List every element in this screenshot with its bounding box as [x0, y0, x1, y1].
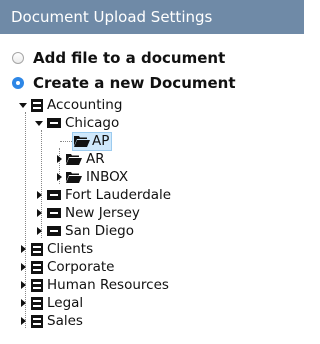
tree-node-san-diego[interactable]: San Diego — [34, 222, 134, 240]
tree-node-label[interactable]: AR — [86, 151, 105, 167]
cabinet-icon — [31, 314, 43, 328]
selected-node-highlight[interactable]: AP — [72, 131, 113, 151]
expand-arrow-icon[interactable] — [54, 173, 64, 181]
expand-arrow-icon[interactable] — [18, 263, 28, 271]
panel-title: Document Upload Settings — [0, 0, 304, 34]
tree-node-new-jersey[interactable]: New Jersey — [34, 204, 140, 222]
add-file-option[interactable]: Add file to a document — [12, 47, 225, 69]
tree-node-ar[interactable]: AR — [54, 150, 105, 168]
tree-node-label[interactable]: Fort Lauderdale — [65, 187, 171, 203]
tree-node-label[interactable]: Legal — [47, 295, 83, 311]
tree-node-label[interactable]: Clients — [47, 241, 93, 257]
tree-node-legal[interactable]: Legal — [18, 294, 83, 312]
open-folder-icon — [66, 154, 82, 165]
tree-node-chicago[interactable]: Chicago — [34, 114, 119, 132]
tree-node-label[interactable]: AP — [92, 133, 109, 149]
tree-node-label[interactable]: Human Resources — [47, 277, 169, 293]
tree-node-label[interactable]: Corporate — [47, 259, 115, 275]
cabinet-icon — [31, 98, 43, 112]
tree-node-label[interactable]: New Jersey — [65, 205, 140, 221]
folder-tree: Accounting Chicago AP AR INBOX Fort Laud… — [0, 96, 304, 336]
tree-node-label[interactable]: San Diego — [65, 223, 134, 239]
open-folder-icon — [74, 136, 90, 147]
expand-arrow-icon[interactable] — [34, 227, 44, 235]
collapse-arrow-icon[interactable] — [34, 120, 44, 126]
expand-arrow-icon[interactable] — [18, 317, 28, 325]
tree-node-human-resources[interactable]: Human Resources — [18, 276, 169, 294]
expand-arrow-icon[interactable] — [34, 191, 44, 199]
tree-connector — [60, 141, 72, 142]
collapse-arrow-icon[interactable] — [18, 102, 28, 108]
tree-node-corporate[interactable]: Corporate — [18, 258, 115, 276]
tree-node-label[interactable]: Chicago — [65, 115, 119, 131]
drawer-icon — [47, 190, 61, 200]
tree-node-inbox[interactable]: INBOX — [54, 168, 128, 186]
tree-node-ap[interactable]: AP — [72, 131, 113, 151]
tree-node-label[interactable]: INBOX — [86, 169, 128, 185]
create-new-document-radio[interactable] — [12, 77, 24, 89]
drawer-icon — [47, 118, 61, 128]
tree-node-fort-lauderdale[interactable]: Fort Lauderdale — [34, 186, 171, 204]
tree-node-sales[interactable]: Sales — [18, 312, 83, 330]
create-new-document-label[interactable]: Create a new Document — [33, 74, 236, 92]
expand-arrow-icon[interactable] — [18, 299, 28, 307]
cabinet-icon — [31, 296, 43, 310]
tree-node-label[interactable]: Sales — [47, 313, 83, 329]
expand-arrow-icon[interactable] — [34, 209, 44, 217]
tree-node-label[interactable]: Accounting — [47, 97, 122, 113]
create-new-document-option[interactable]: Create a new Document — [12, 72, 236, 94]
cabinet-icon — [31, 278, 43, 292]
expand-arrow-icon[interactable] — [18, 245, 28, 253]
open-folder-icon — [66, 172, 82, 183]
tree-node-clients[interactable]: Clients — [18, 240, 93, 258]
document-upload-settings-panel: Document Upload Settings Add file to a d… — [0, 0, 304, 344]
add-file-label[interactable]: Add file to a document — [33, 49, 225, 67]
add-file-radio[interactable] — [12, 52, 24, 64]
expand-arrow-icon[interactable] — [18, 281, 28, 289]
cabinet-icon — [31, 260, 43, 274]
expand-arrow-icon[interactable] — [54, 155, 64, 163]
tree-node-accounting[interactable]: Accounting — [18, 96, 122, 114]
drawer-icon — [47, 226, 61, 236]
drawer-icon — [47, 208, 61, 218]
cabinet-icon — [31, 242, 43, 256]
